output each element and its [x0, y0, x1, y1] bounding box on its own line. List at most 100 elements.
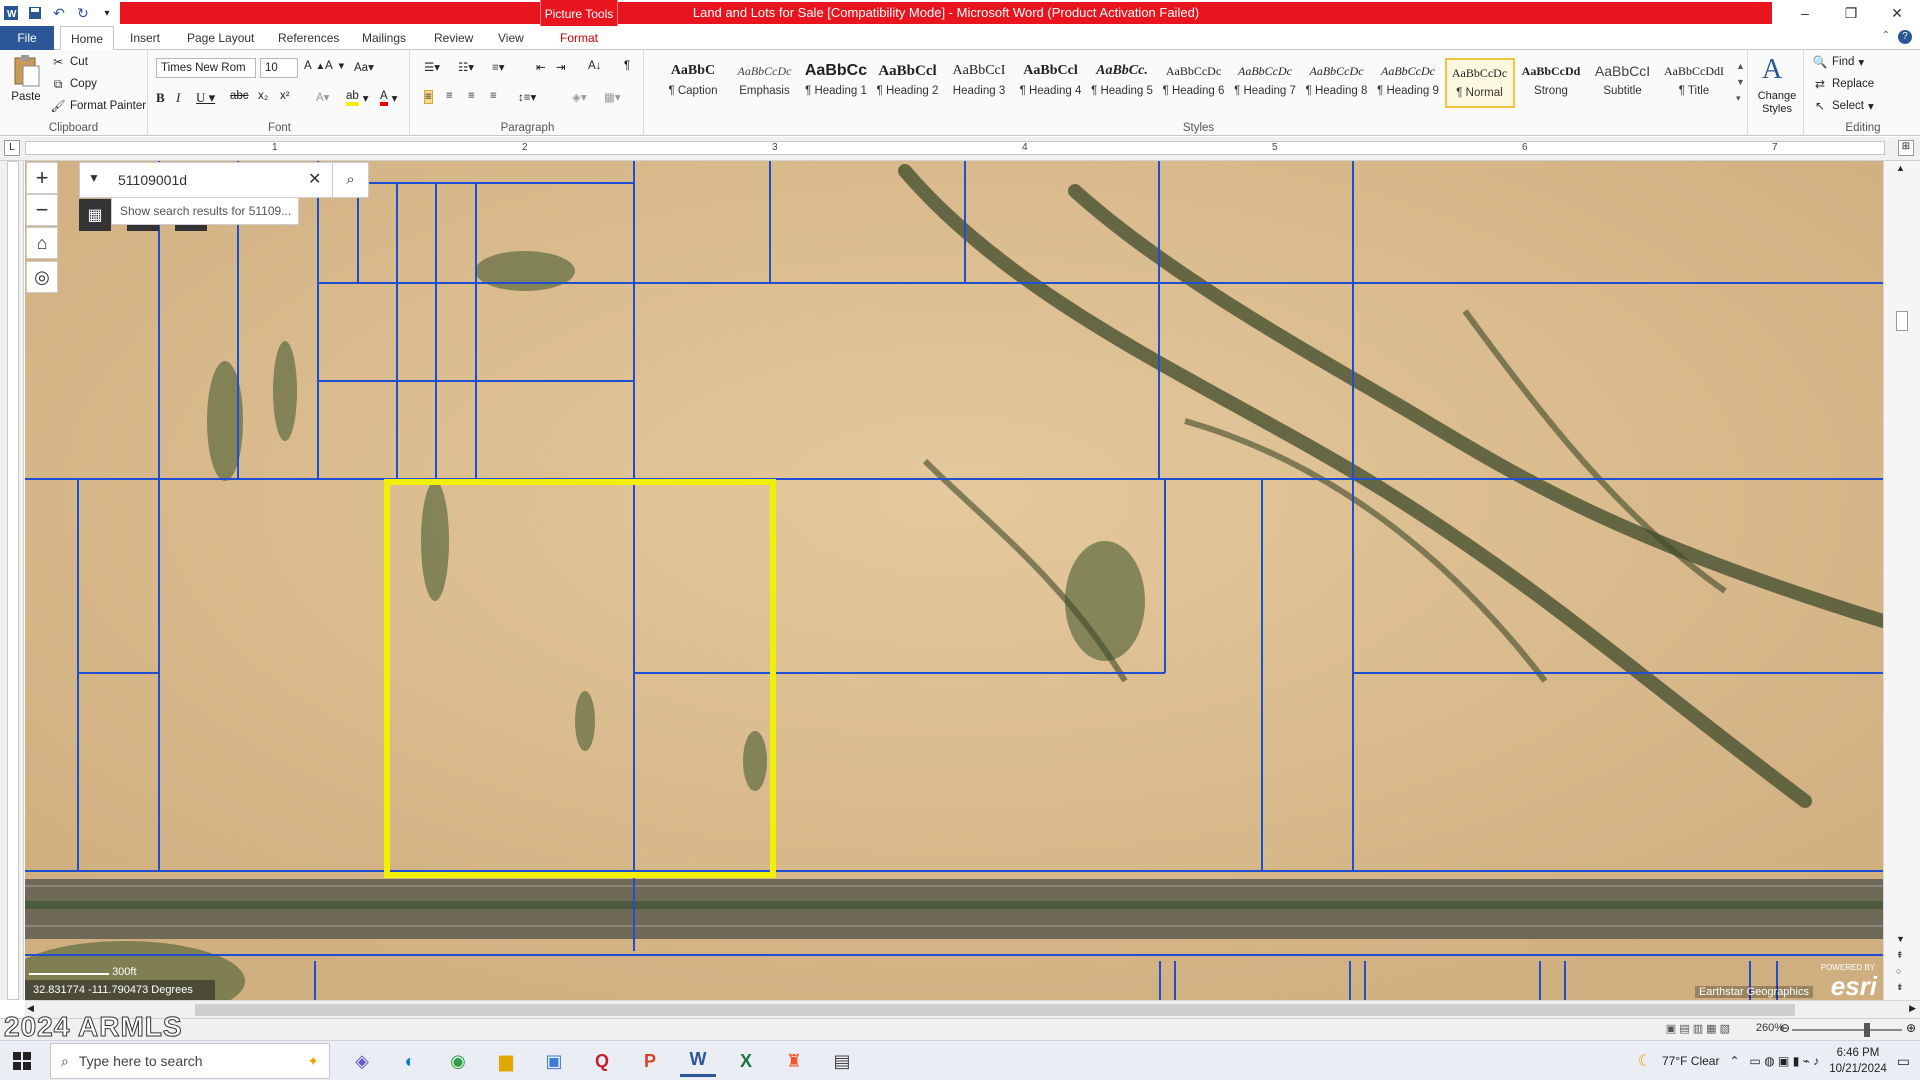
- tab-references[interactable]: References: [268, 26, 349, 50]
- excel-icon[interactable]: X: [728, 1045, 764, 1077]
- paste-button[interactable]: Paste: [6, 54, 46, 103]
- chrome-browser-icon[interactable]: ◉: [440, 1045, 476, 1077]
- font-name-box[interactable]: Times New Rom: [156, 58, 256, 78]
- highlight-color-icon[interactable]: ab ▾: [346, 90, 369, 106]
- numbering-icon[interactable]: ☷▾: [458, 60, 474, 74]
- word-taskbar-icon[interactable]: W: [680, 1045, 716, 1077]
- zoom-slider-knob[interactable]: [1864, 1023, 1870, 1037]
- style-heading-4[interactable]: AaBbCcl ¶ Heading 4: [1016, 58, 1086, 108]
- shading-icon[interactable]: ◈▾: [572, 90, 587, 104]
- align-right-icon[interactable]: ≡: [468, 90, 475, 102]
- font-size-box[interactable]: 10: [260, 58, 298, 78]
- copy-button[interactable]: ⧉ Copy: [50, 76, 97, 92]
- replace-button[interactable]: ⇄ Replace: [1812, 76, 1874, 92]
- select-button[interactable]: ↖ Select ▾: [1812, 98, 1874, 114]
- find-button[interactable]: 🔍 Find ▾: [1812, 54, 1865, 70]
- map-image[interactable]: + − ⌂ ◎ ▦ ✎ ✕ ▼ ✕ ⌕ Show search results …: [25, 161, 1883, 1000]
- map-search-input[interactable]: [114, 163, 304, 197]
- restore-button[interactable]: ❐: [1828, 0, 1874, 26]
- zoom-out-icon[interactable]: ⊖: [1780, 1021, 1790, 1035]
- zoom-slider[interactable]: [1792, 1029, 1902, 1031]
- tab-mailings[interactable]: Mailings: [352, 26, 416, 50]
- tab-file[interactable]: File: [0, 26, 54, 50]
- weather-text[interactable]: 77°F Clear: [1662, 1054, 1720, 1068]
- multilevel-list-icon[interactable]: ≡▾: [492, 60, 504, 74]
- style-heading-8[interactable]: AaBbCcDc ¶ Heading 8: [1302, 58, 1372, 108]
- grow-font-icon[interactable]: A ▲: [304, 60, 325, 72]
- basemap-gallery-icon[interactable]: ▦: [79, 199, 111, 231]
- tab-review[interactable]: Review: [424, 26, 483, 50]
- customize-qat-icon[interactable]: ▾: [98, 4, 116, 22]
- word-app-icon[interactable]: W: [2, 4, 20, 22]
- file-explorer-icon[interactable]: ▆: [488, 1045, 524, 1077]
- edge-browser-icon[interactable]: ◐: [392, 1045, 428, 1077]
- style-subtitle[interactable]: AaBbCcI Subtitle: [1588, 58, 1658, 108]
- app-icon[interactable]: ▤: [824, 1045, 860, 1077]
- underline-button[interactable]: U ▾: [196, 90, 215, 106]
- superscript-button[interactable]: x²: [280, 90, 290, 102]
- locate-icon[interactable]: ◎: [26, 261, 58, 293]
- sort-icon[interactable]: A↓: [588, 60, 601, 72]
- start-windows-icon[interactable]: [4, 1045, 40, 1077]
- search-source-dropdown-icon[interactable]: ▼: [88, 171, 100, 185]
- redo-icon[interactable]: ↻: [74, 4, 92, 22]
- tab-page-layout[interactable]: Page Layout: [177, 26, 264, 50]
- tray-expand-icon[interactable]: ⌃: [1729, 1054, 1739, 1068]
- italic-button[interactable]: I: [176, 90, 180, 106]
- strikethrough-button[interactable]: abc: [230, 90, 249, 102]
- style-emphasis[interactable]: AaBbCcDc Emphasis: [730, 58, 800, 108]
- help-icon[interactable]: ?: [1898, 30, 1912, 44]
- tab-format[interactable]: Format: [550, 26, 608, 50]
- tab-selector[interactable]: L: [4, 140, 20, 156]
- save-icon[interactable]: [26, 4, 44, 22]
- decrease-indent-icon[interactable]: ⇤: [536, 60, 546, 74]
- style-strong[interactable]: AaBbCcDd Strong: [1516, 58, 1586, 108]
- view-buttons[interactable]: ▣ ▤ ▥ ▦ ▧: [1666, 1022, 1730, 1035]
- text-effects-icon[interactable]: A▾: [316, 90, 329, 104]
- style-heading-5[interactable]: AaBbCc. ¶ Heading 5: [1087, 58, 1157, 108]
- ribbon-collapse-icon[interactable]: ⌃: [1882, 30, 1890, 44]
- scroll-up-icon[interactable]: ▲: [1896, 163, 1905, 173]
- zoom-out-button[interactable]: −: [26, 194, 58, 226]
- bullets-icon[interactable]: ☰▾: [424, 60, 440, 74]
- tab-view[interactable]: View: [488, 26, 534, 50]
- style-heading-1[interactable]: AaBbCc ¶ Heading 1: [801, 58, 871, 108]
- minimize-button[interactable]: –: [1782, 0, 1828, 26]
- powerpoint-icon[interactable]: P: [632, 1045, 668, 1077]
- bold-button[interactable]: B: [156, 90, 165, 106]
- scroll-thumb[interactable]: [1896, 311, 1908, 331]
- style-heading-7[interactable]: AaBbCcDc ¶ Heading 7: [1230, 58, 1300, 108]
- horizontal-ruler[interactable]: L 1 2 3 4 5 6 7 ⊞: [0, 137, 1920, 161]
- shrink-font-icon[interactable]: A ▼: [325, 60, 346, 72]
- home-icon[interactable]: ⌂: [26, 227, 58, 259]
- brave-browser-icon[interactable]: ♜: [776, 1045, 812, 1077]
- styles-scroll[interactable]: ▲ ▼ ▾: [1736, 58, 1745, 106]
- increase-indent-icon[interactable]: ⇥: [556, 60, 566, 74]
- vertical-scrollbar[interactable]: ▲ ▼ ⇞ ○ ⇟: [1883, 161, 1920, 1000]
- style-normal[interactable]: AaBbCcDc ¶ Normal: [1444, 58, 1515, 108]
- taskbar-search-box[interactable]: ⌕ Type here to search ✦: [50, 1043, 330, 1079]
- quicken-icon[interactable]: Q: [584, 1045, 620, 1077]
- clear-search-icon[interactable]: ✕: [308, 169, 321, 189]
- zoom-in-button[interactable]: +: [26, 162, 58, 194]
- style-heading-6[interactable]: AaBbCcDc ¶ Heading 6: [1159, 58, 1229, 108]
- borders-icon[interactable]: ▦▾: [604, 90, 621, 104]
- tab-insert[interactable]: Insert: [120, 26, 170, 50]
- cut-button[interactable]: ✂ Cut: [50, 54, 88, 70]
- clock[interactable]: 6:46 PM 10/21/2024: [1829, 1045, 1887, 1077]
- tray-icons[interactable]: ▭ ◍ ▣ ▮ ⌁ ♪: [1750, 1054, 1820, 1068]
- horizontal-scrollbar[interactable]: ◀ ▶: [25, 1000, 1920, 1018]
- search-suggestion[interactable]: Show search results for 51109...: [111, 197, 299, 225]
- style-heading-3[interactable]: AaBbCcI Heading 3: [944, 58, 1014, 108]
- notifications-icon[interactable]: ▭: [1897, 1053, 1910, 1070]
- app-window-icon[interactable]: ▣: [536, 1045, 572, 1077]
- style-caption[interactable]: AaBbC ¶ Caption: [658, 58, 728, 108]
- format-painter-button[interactable]: 🖌 Format Painter: [50, 98, 146, 114]
- scroll-down-icon[interactable]: ▼ ⇞ ○ ⇟: [1896, 931, 1905, 995]
- style-heading-9[interactable]: AaBbCcDc ¶ Heading 9: [1373, 58, 1443, 108]
- search-icon[interactable]: ⌕: [332, 163, 368, 197]
- subscript-button[interactable]: x₂: [258, 90, 268, 102]
- style-heading-2[interactable]: AaBbCcl ¶ Heading 2: [873, 58, 943, 108]
- align-center-icon[interactable]: ≡: [446, 90, 453, 102]
- horizontal-scroll-thumb[interactable]: [195, 1004, 1795, 1016]
